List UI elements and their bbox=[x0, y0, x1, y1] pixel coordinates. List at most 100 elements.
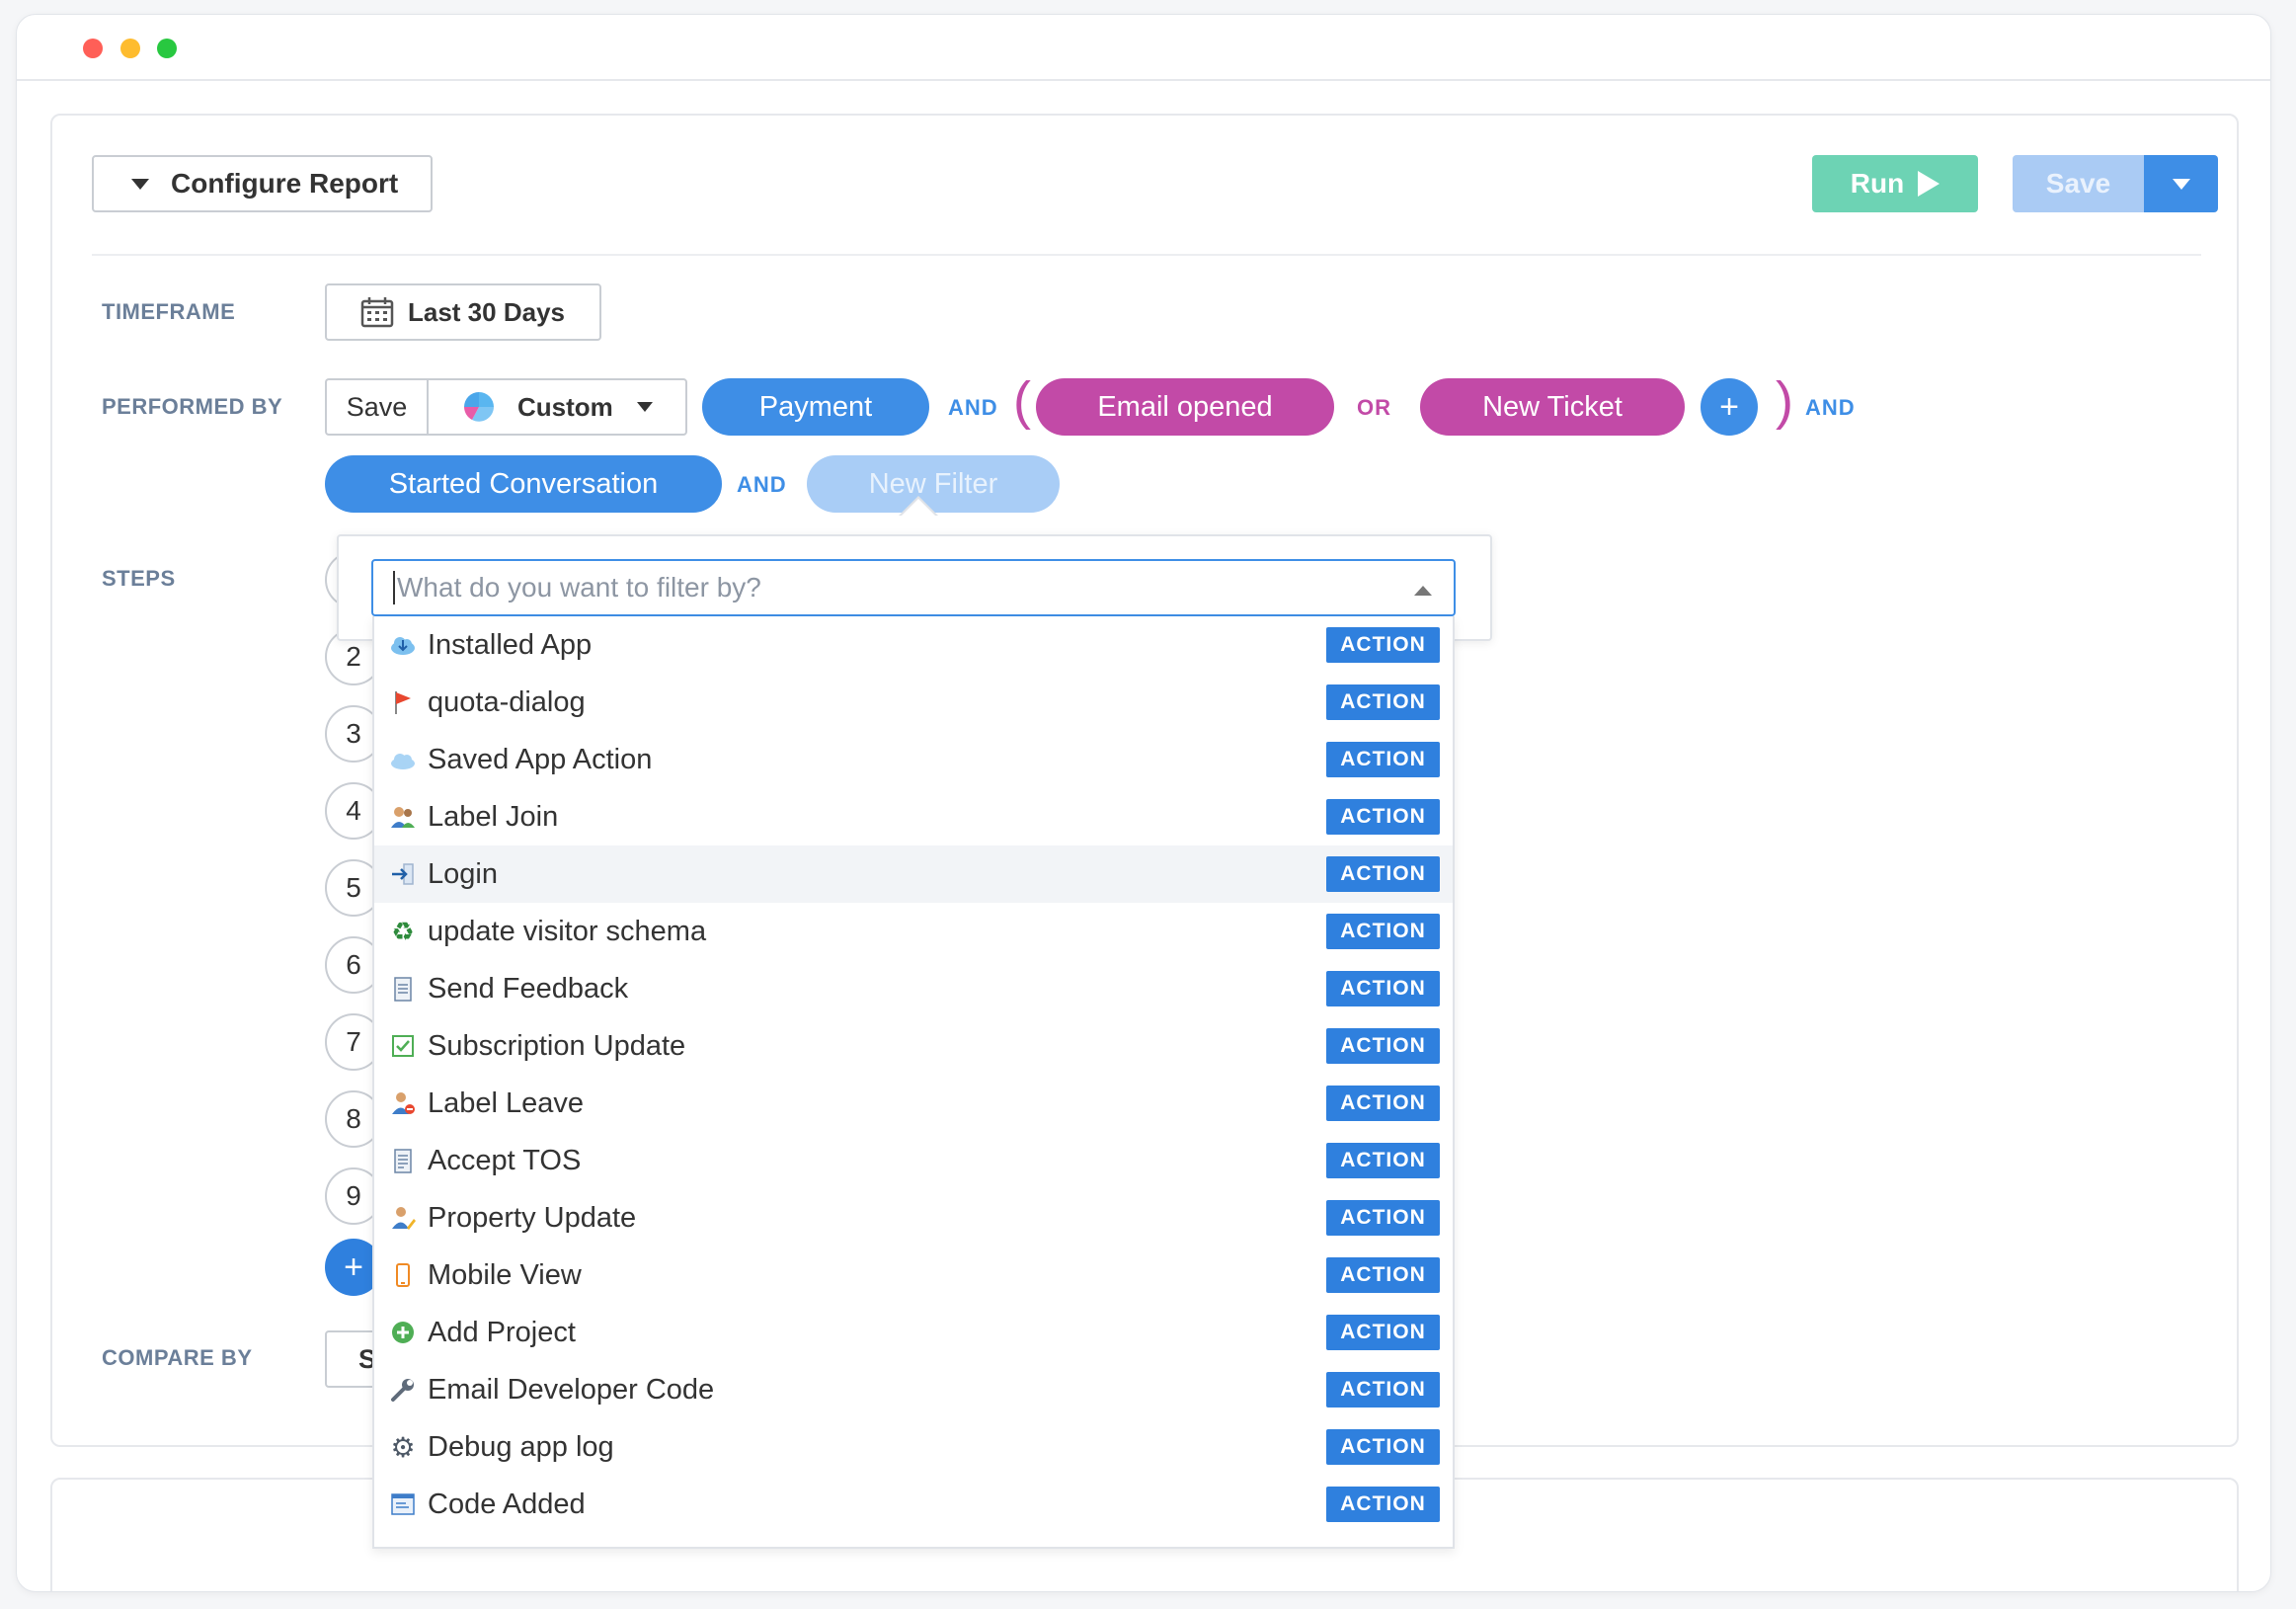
clipboard-icon bbox=[388, 974, 418, 1004]
segment-dropdown-label: Custom bbox=[517, 391, 613, 422]
list-item[interactable]: Accept TOS ACTION bbox=[374, 1132, 1453, 1189]
logic-and[interactable]: AND bbox=[1805, 395, 1856, 421]
list-item-name: Add Project bbox=[428, 1316, 576, 1348]
save-segment-label: Save bbox=[346, 391, 408, 422]
save-label: Save bbox=[2045, 168, 2111, 199]
action-badge: ACTION bbox=[1326, 1200, 1440, 1236]
filter-options-list: Installed App ACTION quota-dialog ACTION… bbox=[372, 616, 1455, 1549]
caret-up-icon[interactable] bbox=[1414, 586, 1432, 596]
list-item[interactable]: Mobile View ACTION bbox=[374, 1247, 1453, 1304]
logic-and[interactable]: AND bbox=[737, 472, 787, 498]
action-badge: ACTION bbox=[1326, 684, 1440, 720]
logic-and[interactable]: AND bbox=[948, 395, 998, 421]
save-report-button[interactable]: Save bbox=[2013, 155, 2144, 212]
filter-pill-payment[interactable]: Payment bbox=[702, 378, 929, 436]
recycle-icon: ♻ bbox=[391, 916, 415, 946]
action-badge: ACTION bbox=[1326, 1315, 1440, 1350]
list-item-name: Label Leave bbox=[428, 1086, 585, 1119]
configure-report-label: Configure Report bbox=[171, 168, 399, 199]
red-flag-icon bbox=[388, 687, 418, 717]
text-cursor bbox=[393, 571, 395, 604]
filter-search-input[interactable] bbox=[397, 572, 1385, 603]
filter-pill-email-opened[interactable]: Email opened bbox=[1036, 378, 1334, 436]
open-paren: ( bbox=[1013, 371, 1031, 431]
wrench-icon bbox=[388, 1375, 418, 1405]
caret-down-icon bbox=[636, 402, 653, 412]
action-badge: ACTION bbox=[1326, 914, 1440, 949]
calendar-icon bbox=[360, 297, 394, 328]
login-arrow-icon bbox=[388, 859, 418, 889]
list-item[interactable]: Label Leave ACTION bbox=[374, 1075, 1453, 1132]
user-remove-icon bbox=[388, 1088, 418, 1118]
list-item-name: update visitor schema bbox=[428, 915, 707, 947]
timeframe-label: TIMEFRAME bbox=[102, 299, 236, 324]
list-item[interactable]: Subscription Update ACTION bbox=[374, 1017, 1453, 1075]
list-item[interactable]: Code Added ACTION bbox=[374, 1476, 1453, 1533]
add-or-filter-button[interactable]: + bbox=[1701, 378, 1758, 436]
users-icon bbox=[388, 802, 418, 832]
action-badge: ACTION bbox=[1326, 856, 1440, 892]
action-badge: ACTION bbox=[1326, 799, 1440, 835]
list-item[interactable]: ⚙ Debug app log ACTION bbox=[374, 1418, 1453, 1476]
list-item-name: Saved App Action bbox=[428, 743, 653, 775]
compare-by-label: COMPARE BY bbox=[102, 1345, 253, 1370]
performed-by-label: PERFORMED BY bbox=[102, 394, 283, 419]
action-badge: ACTION bbox=[1326, 1487, 1440, 1522]
document-icon bbox=[388, 1146, 418, 1175]
cloud-icon bbox=[388, 745, 418, 774]
list-item-name: Subscription Update bbox=[428, 1029, 686, 1062]
list-item-name: quota-dialog bbox=[428, 685, 586, 718]
cloud-download-icon bbox=[388, 630, 418, 660]
action-badge: ACTION bbox=[1326, 742, 1440, 777]
configure-report-button[interactable]: Configure Report bbox=[92, 155, 433, 212]
list-item[interactable]: Email Developer Code ACTION bbox=[374, 1361, 1453, 1418]
list-item-name: Debug app log bbox=[428, 1430, 614, 1463]
list-item-name: Code Added bbox=[428, 1488, 586, 1520]
logic-or[interactable]: OR bbox=[1357, 395, 1391, 421]
code-window-icon bbox=[388, 1489, 418, 1519]
list-item-name: Email Developer Code bbox=[428, 1373, 715, 1406]
caret-down-icon bbox=[2172, 178, 2190, 190]
close-paren: ) bbox=[1776, 371, 1793, 431]
filter-search-field[interactable] bbox=[371, 559, 1456, 616]
timeframe-value: Last 30 Days bbox=[408, 296, 565, 327]
title-bar bbox=[17, 15, 2270, 81]
checkbox-icon bbox=[388, 1031, 418, 1061]
segment-dropdown[interactable]: Custom bbox=[427, 378, 687, 436]
action-badge: ACTION bbox=[1326, 1429, 1440, 1465]
list-item-name: Login bbox=[428, 857, 498, 890]
close-window-icon[interactable] bbox=[83, 39, 103, 58]
list-item-name: Installed App bbox=[428, 628, 593, 661]
list-item[interactable]: Add Project ACTION bbox=[374, 1304, 1453, 1361]
run-label: Run bbox=[1850, 168, 1905, 199]
popover-arrow-inner bbox=[901, 499, 936, 517]
save-segment-button[interactable]: Save bbox=[325, 378, 427, 436]
save-options-button[interactable] bbox=[2144, 155, 2218, 212]
user-edit-icon bbox=[388, 1203, 418, 1233]
steps-label: STEPS bbox=[102, 566, 176, 591]
filter-pill-new-ticket[interactable]: New Ticket bbox=[1420, 378, 1685, 436]
pie-chart-icon bbox=[464, 392, 494, 422]
list-item[interactable]: Installed App ACTION bbox=[374, 616, 1453, 674]
action-badge: ACTION bbox=[1326, 971, 1440, 1006]
gear-icon: ⚙ bbox=[390, 1431, 416, 1463]
run-button[interactable]: Run bbox=[1812, 155, 1978, 212]
action-badge: ACTION bbox=[1326, 1257, 1440, 1293]
play-icon bbox=[1918, 171, 1940, 197]
list-item[interactable]: Saved App Action ACTION bbox=[374, 731, 1453, 788]
action-badge: ACTION bbox=[1326, 1086, 1440, 1121]
maximize-window-icon[interactable] bbox=[157, 39, 177, 58]
list-item[interactable]: Login ACTION bbox=[374, 845, 1453, 903]
list-item[interactable]: Send Feedback ACTION bbox=[374, 960, 1453, 1017]
list-item-name: Mobile View bbox=[428, 1258, 582, 1291]
minimize-window-icon[interactable] bbox=[120, 39, 140, 58]
list-item[interactable]: Property Update ACTION bbox=[374, 1189, 1453, 1247]
list-item[interactable]: ♻ update visitor schema ACTION bbox=[374, 903, 1453, 960]
list-item[interactable]: Label Join ACTION bbox=[374, 788, 1453, 845]
timeframe-button[interactable]: Last 30 Days bbox=[325, 283, 601, 341]
action-badge: ACTION bbox=[1326, 1143, 1440, 1178]
action-badge: ACTION bbox=[1326, 627, 1440, 663]
list-item-name: Send Feedback bbox=[428, 972, 629, 1005]
list-item[interactable]: quota-dialog ACTION bbox=[374, 674, 1453, 731]
filter-pill-started-conversation[interactable]: Started Conversation bbox=[325, 455, 722, 513]
